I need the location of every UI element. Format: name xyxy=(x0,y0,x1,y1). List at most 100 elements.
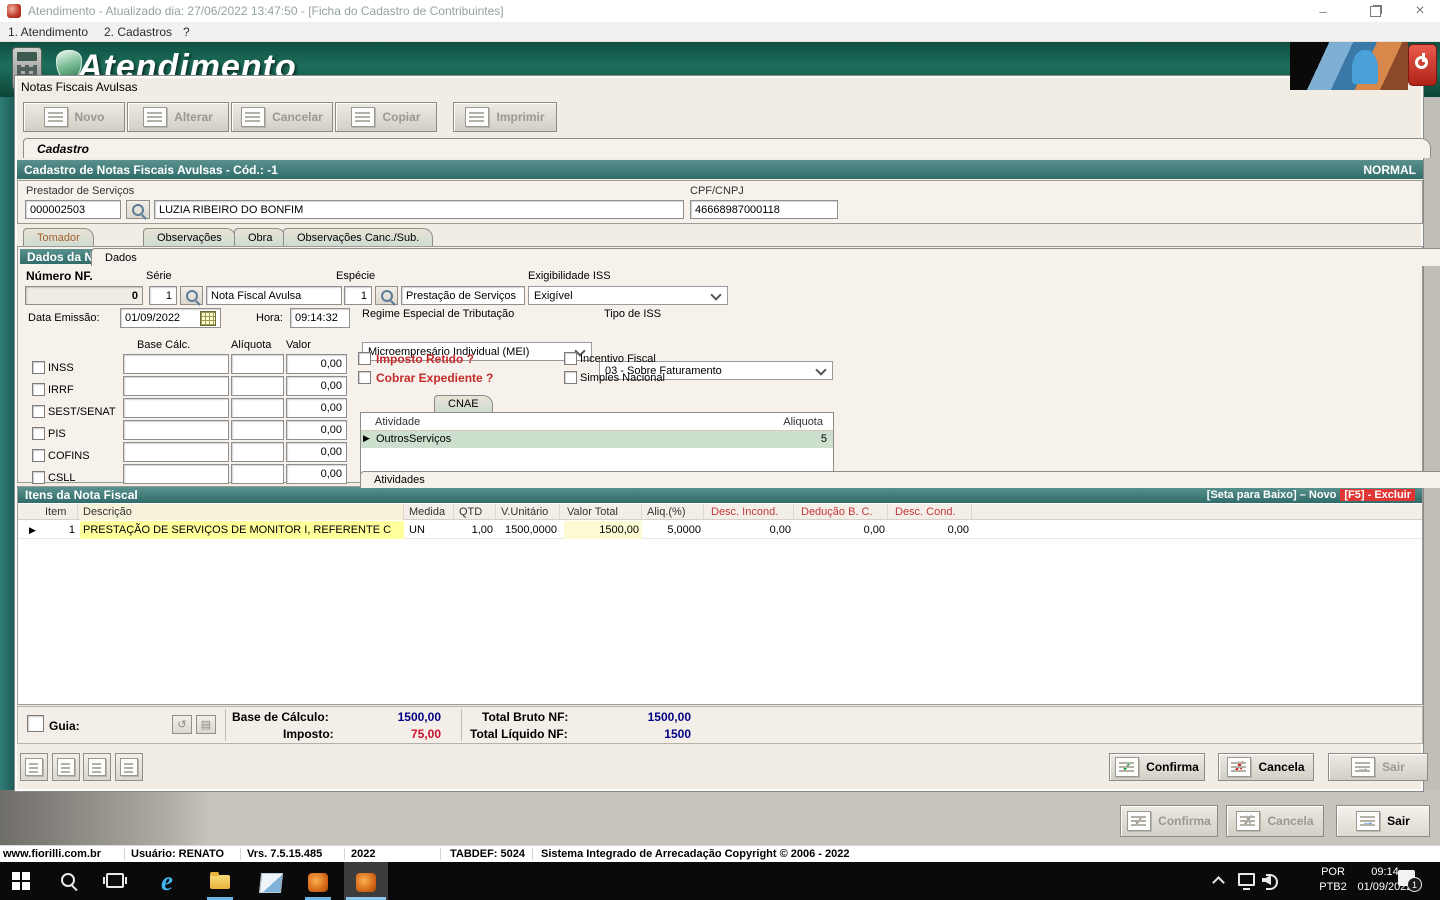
app-orange-active-taskbar-button[interactable] xyxy=(344,862,388,900)
imprimir-button[interactable]: Imprimir xyxy=(453,102,557,132)
ie-taskbar-button[interactable]: e xyxy=(152,866,182,896)
incentivo-fiscal-checkbox[interactable] xyxy=(564,352,577,365)
tab-obra[interactable]: Obra xyxy=(234,228,286,246)
pis-checkbox[interactable] xyxy=(32,427,45,440)
tab-cnae[interactable]: CNAE xyxy=(434,395,493,412)
alterar-button[interactable]: Alterar xyxy=(127,102,229,132)
nav-next-button[interactable] xyxy=(83,753,111,781)
search-icon xyxy=(381,290,393,302)
tray-chevron-button[interactable] xyxy=(1212,876,1226,886)
tab-atividades[interactable]: Atividades xyxy=(360,471,1440,488)
nav-prev-button[interactable] xyxy=(52,753,80,781)
cpf-field[interactable]: 46668987000118 xyxy=(690,200,838,219)
especie-field[interactable]: 1 xyxy=(344,286,372,305)
nav-first-icon xyxy=(25,758,43,776)
base-field[interactable] xyxy=(123,398,229,418)
base-field[interactable] xyxy=(123,354,229,374)
menu-atendimento[interactable]: 1. Atendimento xyxy=(8,25,88,39)
volume-tray-icon[interactable] xyxy=(1262,872,1280,888)
novo-button[interactable]: Novo xyxy=(23,102,125,132)
base-field[interactable] xyxy=(123,376,229,396)
prestador-code-field[interactable]: 000002503 xyxy=(25,200,121,219)
cobrar-expediente-checkbox[interactable] xyxy=(358,371,371,384)
outer-sair-button[interactable]: → Sair xyxy=(1336,805,1430,837)
tab-observacoes-canc[interactable]: Observações Canc./Sub. xyxy=(283,228,433,246)
sest-checkbox[interactable] xyxy=(32,405,45,418)
base-field[interactable] xyxy=(123,442,229,462)
imposto-retido-checkbox[interactable] xyxy=(358,352,371,365)
especie-search-button[interactable] xyxy=(375,286,398,305)
tab-tomador[interactable]: Tomador xyxy=(23,228,94,246)
nav-last-button[interactable] xyxy=(115,753,143,781)
task-view-button[interactable] xyxy=(106,873,124,888)
simples-nacional-checkbox[interactable] xyxy=(564,371,577,384)
aliquota-field[interactable] xyxy=(231,442,284,462)
base-field[interactable] xyxy=(123,464,229,484)
calendar-icon[interactable] xyxy=(200,311,216,326)
cancela-button[interactable]: ✗ Cancela xyxy=(1218,753,1314,781)
power-button[interactable] xyxy=(1408,44,1437,86)
serie-desc-field[interactable]: Nota Fiscal Avulsa xyxy=(206,286,342,305)
language-indicator[interactable]: POR PTB2 xyxy=(1316,865,1350,897)
explorer-taskbar-button[interactable] xyxy=(202,866,238,900)
outer-cancela-button[interactable]: ✗ Cancela xyxy=(1226,805,1324,837)
irrf-checkbox[interactable] xyxy=(32,383,45,396)
valor-field[interactable]: 0,00 xyxy=(286,442,347,462)
restore-button[interactable] xyxy=(1352,0,1398,22)
base-field[interactable] xyxy=(123,420,229,440)
guia-checkbox[interactable] xyxy=(27,715,44,732)
especie-desc-field[interactable]: Prestação de Serviços xyxy=(401,286,525,305)
inss-checkbox[interactable] xyxy=(32,361,45,374)
tax-row-csll: CSLL 0,00 xyxy=(18,463,368,485)
app-orange-taskbar-button[interactable] xyxy=(300,866,336,900)
valor-field[interactable]: 0,00 xyxy=(286,398,347,418)
valor-field[interactable]: 0,00 xyxy=(286,420,347,440)
notification-center-button[interactable]: 1 xyxy=(1398,870,1422,892)
tab-observacoes[interactable]: Observações xyxy=(143,228,236,246)
valor-field[interactable]: 0,00 xyxy=(286,354,347,374)
print-guia-button[interactable]: ▤ xyxy=(196,715,216,734)
aliquota-field[interactable] xyxy=(231,398,284,418)
minimize-button[interactable]: – xyxy=(1300,0,1346,22)
aliquota-field[interactable] xyxy=(231,354,284,374)
data-emissao-field[interactable]: 01/09/2022 xyxy=(120,308,221,328)
confirma-button[interactable]: ✓ Confirma xyxy=(1109,753,1205,781)
menu-cadastros[interactable]: 2. Cadastros xyxy=(104,25,172,39)
valor-field[interactable]: 0,00 xyxy=(286,464,347,484)
nav-first-button[interactable] xyxy=(20,753,48,781)
hora-field[interactable]: 09:14:32 xyxy=(290,308,350,328)
tax-label: PIS xyxy=(48,428,66,440)
taskbar-search-button[interactable] xyxy=(60,872,78,890)
desc-cond-cell: 0,00 xyxy=(892,521,972,539)
exigibilidade-select[interactable]: Exigível xyxy=(528,286,728,305)
refresh-guia-button[interactable]: ↺ xyxy=(172,715,192,734)
app-blue-taskbar-button[interactable] xyxy=(252,866,288,900)
prestador-search-button[interactable] xyxy=(126,200,150,219)
cofins-checkbox[interactable] xyxy=(32,449,45,462)
start-button[interactable] xyxy=(12,872,30,890)
tab-dados[interactable]: Dados xyxy=(91,248,1440,266)
aliquota-field[interactable] xyxy=(231,420,284,440)
atividade-row[interactable]: ▶ OutrosServiços 5 xyxy=(361,431,833,448)
window-title: Atendimento - Atualizado dia: 27/06/2022… xyxy=(28,4,504,18)
menu-help[interactable]: ? xyxy=(183,25,190,39)
close-button[interactable]: × xyxy=(1400,0,1440,22)
cancelar-button[interactable]: Cancelar xyxy=(231,102,333,132)
csll-checkbox[interactable] xyxy=(32,471,45,484)
outer-confirma-button[interactable]: ✓ Confirma xyxy=(1120,805,1218,837)
numero-nf-field[interactable]: 0 xyxy=(25,286,143,305)
aliquota-col-header: Aliquota xyxy=(783,416,823,428)
aliquota-field[interactable] xyxy=(231,464,284,484)
valor-field[interactable]: 0,00 xyxy=(286,376,347,396)
serie-search-button[interactable] xyxy=(180,286,203,305)
item-row[interactable]: ▶ 1 PRESTAÇÃO DE SERVIÇOS DE MONITOR I, … xyxy=(18,521,1422,539)
network-tray-icon[interactable] xyxy=(1238,873,1255,886)
copiar-button[interactable]: Copiar xyxy=(335,102,437,132)
aliquota-field[interactable] xyxy=(231,376,284,396)
sair-button-inner[interactable]: → Sair xyxy=(1328,753,1428,781)
tab-cadastro[interactable]: Cadastro xyxy=(23,138,1431,158)
serie-field[interactable]: 1 xyxy=(149,286,177,305)
prestador-name-field[interactable]: LUZIA RIBEIRO DO BONFIM xyxy=(154,200,684,219)
vunit-cell: 1500,0000 xyxy=(498,521,560,539)
aliq-cell: 5,0000 xyxy=(644,521,704,539)
